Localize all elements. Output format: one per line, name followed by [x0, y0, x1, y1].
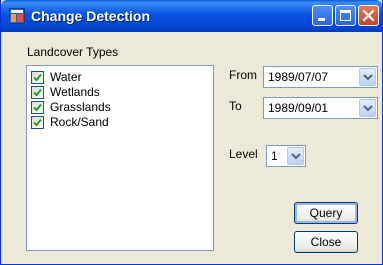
window-client-area: Landcover Types Water Wetlands Grassland… [4, 32, 379, 262]
to-label: To [229, 99, 242, 113]
water-checkbox[interactable] [31, 71, 44, 84]
minimize-icon [318, 18, 325, 21]
from-label: From [229, 68, 257, 82]
title-bar[interactable]: Change Detection [1, 0, 382, 32]
checkmark-icon [33, 118, 42, 127]
grasslands-label: Grasslands [50, 100, 111, 114]
to-date-dropdown-button[interactable] [359, 99, 376, 117]
level-value: 1 [271, 149, 278, 163]
rock-sand-checkbox[interactable] [31, 116, 44, 129]
chevron-down-icon [291, 153, 301, 160]
maximize-icon [340, 10, 351, 21]
minimize-button[interactable] [312, 5, 333, 26]
checkmark-icon [33, 103, 42, 112]
water-label: Water [50, 70, 82, 84]
landcover-types-label: Landcover Types [27, 45, 119, 59]
level-dropdown[interactable]: 1 [266, 145, 306, 167]
landcover-checklist[interactable]: Water Wetlands Grasslands Rock/Sand [26, 65, 214, 251]
close-icon [362, 9, 375, 22]
from-date-dropdown[interactable]: 1989/07/07 [263, 66, 378, 88]
app-window-icon [9, 8, 25, 24]
from-date-value: 1989/07/07 [268, 70, 329, 84]
window-title: Change Detection [31, 8, 151, 24]
level-dropdown-button[interactable] [287, 147, 304, 165]
chevron-down-icon [363, 74, 373, 81]
change-detection-window: Change Detection Landcover Types Water W… [0, 0, 383, 265]
close-window-button[interactable] [358, 5, 379, 26]
checkmark-icon [33, 73, 42, 82]
level-label: Level [229, 147, 258, 161]
chevron-down-icon [363, 105, 373, 112]
checkmark-icon [33, 88, 42, 97]
close-button[interactable]: Close [294, 231, 358, 253]
from-date-dropdown-button[interactable] [359, 68, 376, 86]
maximize-button[interactable] [335, 5, 356, 26]
to-date-dropdown[interactable]: 1989/09/01 [263, 97, 378, 119]
rock-sand-label: Rock/Sand [50, 115, 109, 129]
grasslands-checkbox[interactable] [31, 101, 44, 114]
query-button[interactable]: Query [294, 202, 358, 224]
wetlands-label: Wetlands [50, 85, 100, 99]
to-date-value: 1989/09/01 [268, 101, 329, 115]
wetlands-checkbox[interactable] [31, 86, 44, 99]
